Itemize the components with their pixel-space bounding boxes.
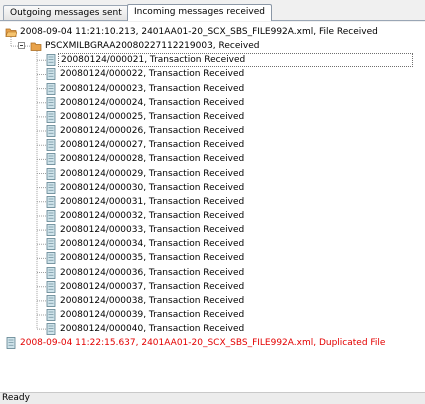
tree-node-label: 20080124/000040, Transaction Received xyxy=(60,324,245,335)
tab-outgoing-messages[interactable]: Outgoing messages sent xyxy=(3,5,129,20)
tree-node-label: 2008-09-04 11:22:15.637, 2401AA01-20_SCX… xyxy=(20,338,386,349)
document-icon xyxy=(46,110,56,123)
tree-node-label: 20080124/000033, Transaction Received xyxy=(60,225,245,236)
tree-node-label: 20080124/000031, Transaction Received xyxy=(60,196,245,207)
document-icon xyxy=(46,125,56,137)
document-icon xyxy=(46,96,56,109)
status-bar: Ready xyxy=(0,392,425,404)
folder-open-icon xyxy=(5,28,17,37)
tree-node-label: PSCXMILBGRAA20080227112219003, Received xyxy=(45,41,260,52)
document-icon xyxy=(46,280,56,293)
tree-node-label: 20080124/000025, Transaction Received xyxy=(60,111,245,122)
document-icon xyxy=(46,210,56,222)
document-icon xyxy=(46,195,56,208)
document-icon xyxy=(46,252,56,265)
document-icon xyxy=(46,181,56,194)
document-icon xyxy=(46,294,56,307)
tree-node-label: 20080124/000028, Transaction Received xyxy=(60,154,245,165)
collapse-toggle-icon[interactable] xyxy=(18,42,25,50)
tree-node-label: 20080124/000022, Transaction Received xyxy=(60,69,245,80)
document-icon xyxy=(46,139,56,152)
tree-node-label: 20080124/000030, Transaction Received xyxy=(60,182,245,193)
tree-node-label: 20080124/000032, Transaction Received xyxy=(60,210,245,221)
document-icon xyxy=(46,309,56,321)
tree-node-label: 20080124/000026, Transaction Received xyxy=(60,126,245,137)
document-icon xyxy=(6,337,16,350)
document-icon xyxy=(46,68,56,81)
tree-node-label: 20080124/000034, Transaction Received xyxy=(60,239,245,250)
tree-node-label: 20080124/000035, Transaction Received xyxy=(60,253,245,264)
document-icon xyxy=(46,238,56,251)
tree-node-label: 20080124/000037, Transaction Received xyxy=(60,281,245,292)
tree-node-label: 20080124/000036, Transaction Received xyxy=(60,267,245,278)
document-icon xyxy=(46,153,56,166)
tree-node-label: 20080124/000024, Transaction Received xyxy=(60,97,245,108)
folder-icon xyxy=(30,42,42,51)
tab-bar: Outgoing messages sent Incoming messages… xyxy=(0,0,425,22)
document-icon xyxy=(46,167,56,180)
tree-node-label: 20080124/000021, Transaction Received xyxy=(58,53,413,68)
message-tree[interactable]: 2008-09-04 11:21:10.213, 2401AA01-20_SCX… xyxy=(4,22,425,374)
tree-node-label: 20080124/000039, Transaction Received xyxy=(60,310,245,320)
document-icon xyxy=(46,82,56,95)
tree-node-label: 20080124/000038, Transaction Received xyxy=(60,295,245,306)
minus-icon xyxy=(20,45,23,47)
tab-incoming-messages[interactable]: Incoming messages received xyxy=(127,4,272,21)
tree-node-label: 2008-09-04 11:21:10.213, 2401AA01-20_SCX… xyxy=(20,27,378,37)
document-icon xyxy=(46,54,56,67)
tree-node-label: 20080124/000029, Transaction Received xyxy=(60,168,245,179)
document-icon xyxy=(46,323,56,336)
status-text: Ready xyxy=(2,393,30,403)
document-icon xyxy=(46,266,56,279)
tree-node-label: 20080124/000027, Transaction Received xyxy=(60,140,245,151)
tree-node-label: 20080124/000023, Transaction Received xyxy=(60,83,245,94)
document-icon xyxy=(46,224,56,236)
